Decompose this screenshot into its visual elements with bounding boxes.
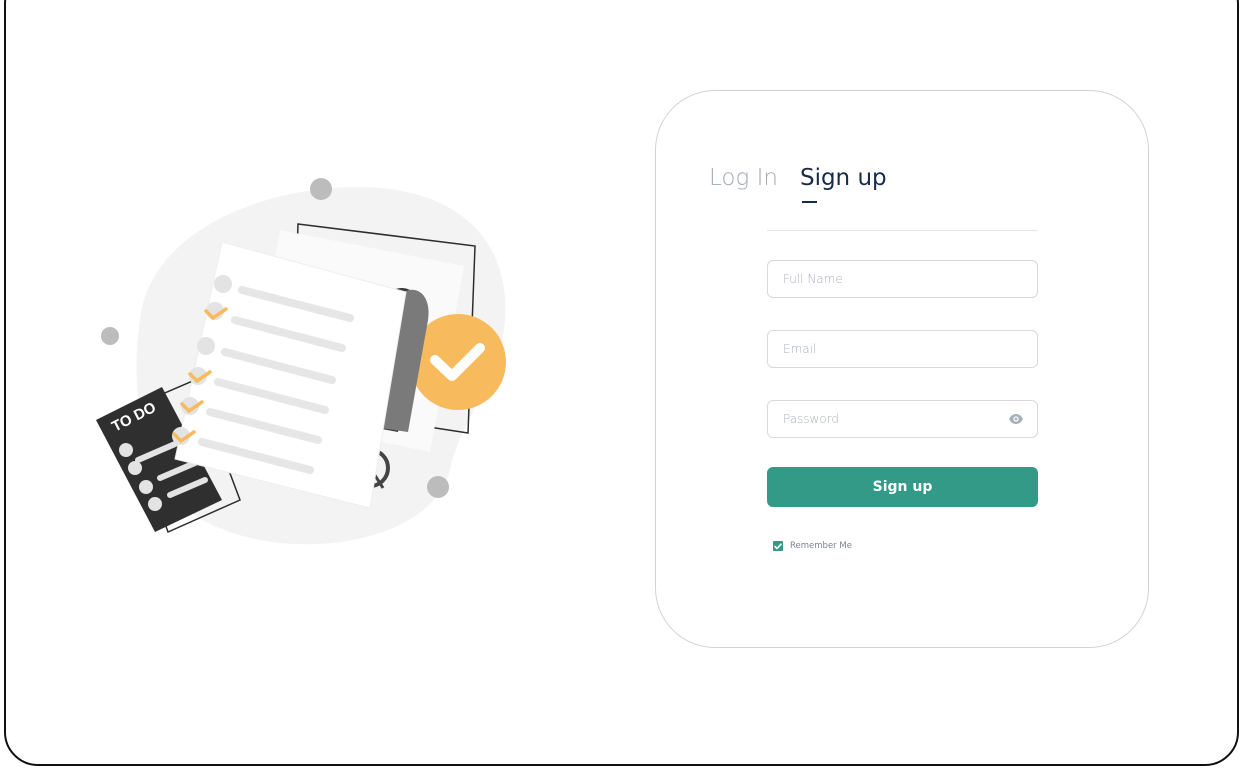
decor-dot (427, 476, 449, 498)
todo-bullet (139, 480, 153, 494)
password-field (767, 400, 1038, 438)
tabs-divider (767, 230, 1038, 231)
remember-me-checkbox[interactable] (773, 541, 783, 551)
checkmark-icon (774, 542, 782, 549)
tab-signup-label: Sign up (799, 165, 887, 191)
remember-me: Remember Me (773, 541, 852, 551)
email-input[interactable] (768, 331, 1037, 367)
signup-card: Log In Sign up Sign up Remember Me (655, 90, 1149, 648)
todo-bullet (128, 461, 142, 475)
todo-bullet (119, 443, 133, 457)
decor-dot (310, 178, 332, 200)
auth-tabs: Log In Sign up (709, 163, 887, 203)
password-input[interactable] (768, 401, 1037, 437)
active-tab-indicator (801, 201, 817, 203)
remember-me-label: Remember Me (790, 541, 852, 551)
eye-icon[interactable] (1008, 413, 1024, 425)
tab-signup[interactable]: Sign up (799, 163, 887, 203)
decor-dot (101, 327, 119, 345)
todo-bullet (148, 497, 162, 511)
full-name-input[interactable] (768, 261, 1037, 297)
todo-checklist-illustration: TO DO (96, 178, 506, 545)
signup-button[interactable]: Sign up (767, 467, 1038, 507)
tab-login[interactable]: Log In (709, 163, 778, 193)
email-field (767, 330, 1038, 368)
full-name-field (767, 260, 1038, 298)
